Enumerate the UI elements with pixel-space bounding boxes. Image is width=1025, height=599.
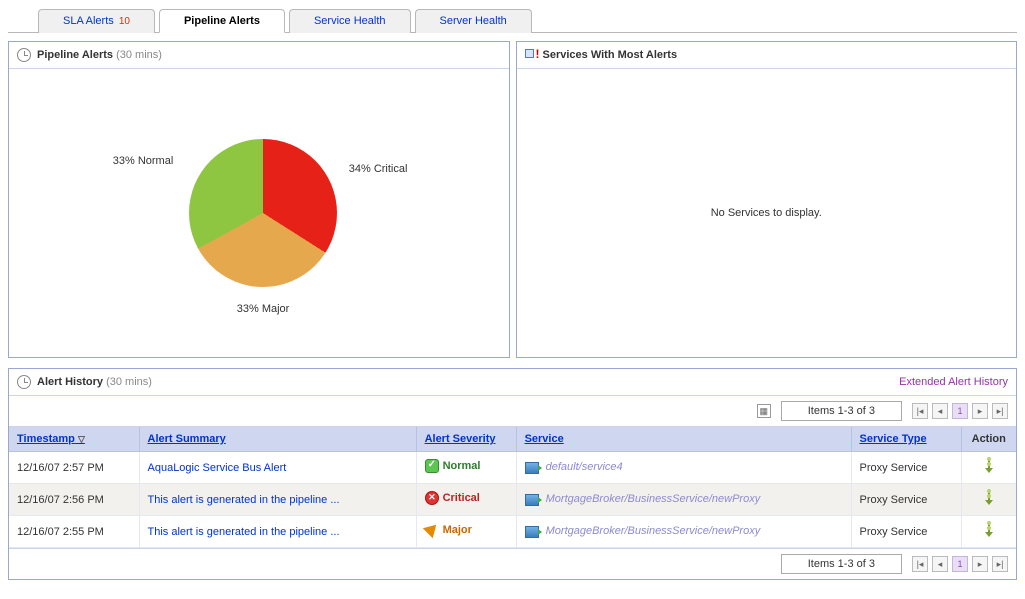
pager-last-button[interactable]: ▸| (992, 556, 1008, 572)
severity-major: Major (425, 524, 472, 536)
service-icon (525, 526, 539, 538)
col-alert-severity[interactable]: Alert Severity (416, 427, 516, 452)
tab-service-health[interactable]: Service Health (289, 9, 411, 33)
action-view-icon[interactable] (983, 490, 995, 506)
tab-label: Service Health (314, 15, 386, 27)
pager-prev-button[interactable]: ◂ (932, 556, 948, 572)
pager-range: Items 1-3 of 3 (781, 401, 902, 421)
clock-icon (17, 375, 31, 389)
tab-sla-alerts[interactable]: SLA Alerts 10 (38, 9, 155, 33)
pager-first-button[interactable]: |◂ (912, 556, 928, 572)
empty-message: No Services to display. (711, 207, 822, 219)
panel-title: Services With Most Alerts (543, 49, 678, 61)
sort-desc-icon: ▽ (78, 434, 85, 444)
pie-label-normal: 33% Normal (113, 155, 174, 167)
pie-chart: 34% Critical 33% Major 33% Normal (69, 83, 449, 343)
pager-first-button[interactable]: |◂ (912, 403, 928, 419)
pie-slices (189, 139, 337, 287)
panel-title: Alert History (37, 376, 103, 388)
pie-label-major: 33% Major (237, 303, 290, 315)
col-action: Action (961, 427, 1016, 452)
tab-label: SLA Alerts (63, 15, 114, 27)
cell-service-type: Proxy Service (851, 516, 961, 548)
severity-critical: Critical (425, 491, 480, 505)
action-view-icon[interactable] (983, 522, 995, 538)
panel-alert-history: Alert History (30 mins) Extended Alert H… (8, 368, 1017, 580)
tab-bar: SLA Alerts 10 Pipeline Alerts Service He… (8, 8, 1017, 33)
cell-service-link[interactable]: MortgageBroker/BusinessService/newProxy (546, 493, 761, 505)
pager-last-button[interactable]: ▸| (992, 403, 1008, 419)
panel-pipeline-alerts: Pipeline Alerts (30 mins) 34% Critical 3… (8, 41, 510, 358)
col-alert-summary[interactable]: Alert Summary (139, 427, 416, 452)
table-row: 12/16/07 2:55 PM This alert is generated… (9, 516, 1016, 548)
pager-range: Items 1-3 of 3 (781, 554, 902, 574)
pager-page-current[interactable]: 1 (952, 403, 968, 419)
service-icon (525, 494, 539, 506)
calendar-icon[interactable]: ▦ (757, 404, 771, 418)
tab-label: Pipeline Alerts (184, 15, 260, 27)
cell-timestamp: 12/16/07 2:57 PM (9, 452, 139, 484)
alert-history-table: Timestamp ▽ Alert Summary Alert Severity… (9, 427, 1016, 548)
table-row: 12/16/07 2:56 PM This alert is generated… (9, 484, 1016, 516)
clock-icon (17, 48, 31, 62)
cell-timestamp: 12/16/07 2:55 PM (9, 516, 139, 548)
service-icon (525, 462, 539, 474)
panel-services-most-alerts: Services With Most Alerts No Services to… (516, 41, 1018, 358)
cell-service-link[interactable]: default/service4 (546, 461, 623, 473)
alert-icon (525, 48, 537, 62)
major-icon (422, 520, 440, 538)
col-service-type[interactable]: Service Type (851, 427, 961, 452)
cell-service-type: Proxy Service (851, 452, 961, 484)
cell-summary-link[interactable]: AquaLogic Service Bus Alert (139, 452, 416, 484)
action-view-icon[interactable] (983, 458, 995, 474)
tab-label: Server Health (440, 15, 507, 27)
col-timestamp[interactable]: Timestamp ▽ (9, 427, 139, 452)
cell-summary-link[interactable]: This alert is generated in the pipeline … (139, 484, 416, 516)
tab-pipeline-alerts[interactable]: Pipeline Alerts (159, 9, 285, 33)
critical-icon (425, 491, 439, 505)
tab-count-badge: 10 (119, 16, 130, 27)
pager-next-button[interactable]: ▸ (972, 403, 988, 419)
cell-timestamp: 12/16/07 2:56 PM (9, 484, 139, 516)
panel-subtitle: (30 mins) (106, 376, 152, 388)
normal-icon (425, 459, 439, 473)
cell-service-link[interactable]: MortgageBroker/BusinessService/newProxy (546, 525, 761, 537)
table-row: 12/16/07 2:57 PM AquaLogic Service Bus A… (9, 452, 1016, 484)
severity-normal: Normal (425, 459, 481, 473)
cell-service-type: Proxy Service (851, 484, 961, 516)
pager-prev-button[interactable]: ◂ (932, 403, 948, 419)
panel-subtitle: (30 mins) (116, 49, 162, 61)
extended-alert-history-link[interactable]: Extended Alert History (899, 376, 1008, 388)
pie-label-critical: 34% Critical (349, 163, 408, 175)
panel-title: Pipeline Alerts (37, 49, 113, 61)
col-service[interactable]: Service (516, 427, 851, 452)
pager-next-button[interactable]: ▸ (972, 556, 988, 572)
pager-page-current[interactable]: 1 (952, 556, 968, 572)
cell-summary-link[interactable]: This alert is generated in the pipeline … (139, 516, 416, 548)
tab-server-health[interactable]: Server Health (415, 9, 532, 33)
